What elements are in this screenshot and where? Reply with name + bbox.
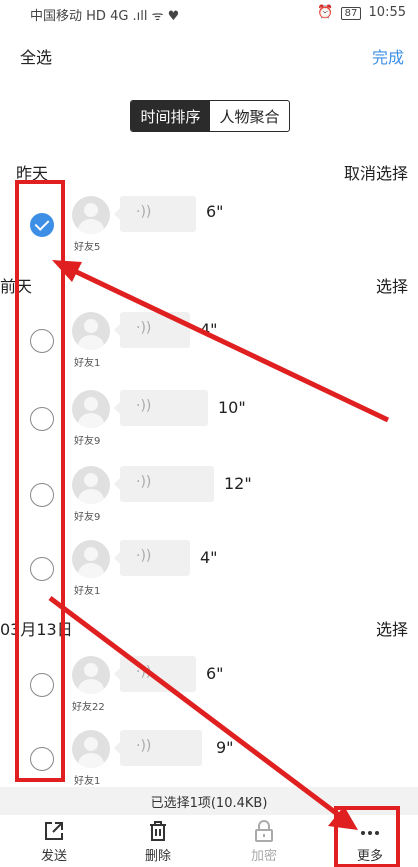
avatar [72,196,110,234]
send-label: 发送 [40,849,67,864]
avatar [72,312,110,350]
done-button[interactable]: 完成 [372,44,404,68]
selection-summary: 已选择1项(10.4KB) [0,787,418,815]
section-date: 前天 [0,277,33,296]
trash-icon [150,821,166,841]
send-button[interactable]: 发送 [24,819,84,864]
voice-bubble[interactable]: ·)) [114,656,196,692]
more-label: 更多 [356,849,383,864]
voice-wave-icon: ·)) [136,548,152,564]
select-all-button[interactable]: 全选 [20,44,52,68]
checkbox[interactable] [30,407,54,431]
top-bar: 全选 完成 [0,36,418,72]
voice-list-item[interactable]: ·)) 6" 好友5 [0,196,418,266]
signal-indicators: HD 4G .ıll ᯤ ♥ [86,9,180,24]
voice-duration: 10" [218,398,246,417]
voice-wave-icon: ·)) [136,738,152,754]
section-select-toggle[interactable]: 选择 [376,616,408,640]
checkbox[interactable] [30,557,54,581]
carrier-name: 中国移动 [30,9,83,24]
voice-bubble[interactable]: ·)) [114,312,190,348]
voice-duration: 4" [200,548,218,567]
clock: 10:55 [368,5,406,20]
battery-icon: 87 [340,7,362,20]
status-left: 中国移动 HD 4G .ıll ᯤ ♥ [30,5,179,24]
encrypt-button[interactable]: 加密 [234,819,294,864]
voice-duration: 9" [216,738,234,757]
voice-duration: 4" [200,320,218,339]
encrypt-label: 加密 [250,849,277,864]
voice-bubble[interactable]: ·)) [114,730,202,766]
section-select-toggle[interactable]: 选择 [376,273,408,297]
voice-wave-icon: ·)) [136,664,152,680]
friend-name: 好友1 [74,776,101,787]
voice-bubble[interactable]: ·)) [114,540,190,576]
checkbox[interactable] [30,483,54,507]
alarm-icon: ⏰ [317,5,334,20]
avatar [72,390,110,428]
voice-bubble[interactable]: ·)) [114,390,208,426]
delete-button[interactable]: 删除 [128,819,188,864]
share-icon [45,822,63,840]
friend-name: 好友1 [74,358,101,369]
voice-wave-icon: ·)) [136,474,152,490]
voice-list-item[interactable]: ·)) 12" 好友9 [0,466,418,536]
voice-list-item[interactable]: ·)) 4" 好友1 [0,540,418,610]
section-date: 昨天 [16,164,49,183]
voice-wave-icon: ·)) [136,320,152,336]
voice-duration: 12" [224,474,252,493]
voice-wave-icon: ·)) [136,398,152,414]
friend-name: 好友5 [74,242,101,253]
checkbox[interactable] [30,673,54,697]
friend-name: 好友9 [74,512,101,523]
voice-list-item[interactable]: ·)) 10" 好友9 [0,390,418,460]
friend-name: 好友22 [72,702,105,713]
section-date: 03月13日 [0,620,73,639]
avatar [72,656,110,694]
more-button[interactable]: 更多 [340,819,400,864]
friend-name: 好友1 [74,586,101,597]
checkbox[interactable] [30,747,54,771]
friend-name: 好友9 [74,436,101,447]
status-bar: 中国移动 HD 4G .ıll ᯤ ♥ ⏰ 87 10:55 [0,0,418,28]
checkbox[interactable] [30,329,54,353]
section-select-toggle[interactable]: 取消选择 [344,160,408,184]
segment-person-group[interactable]: 人物聚合 [210,101,289,131]
avatar [72,540,110,578]
lock-icon [255,820,273,842]
sort-segment-control: 时间排序 人物聚合 [130,100,290,132]
voice-wave-icon: ·)) [136,204,152,220]
delete-label: 删除 [144,849,171,864]
avatar [72,730,110,768]
voice-bubble[interactable]: ·)) [114,466,214,502]
avatar [72,466,110,504]
more-icon [361,831,379,835]
voice-bubble[interactable]: ·)) [114,196,196,232]
checkbox-checked[interactable] [30,213,54,237]
segment-time-sort[interactable]: 时间排序 [131,101,210,131]
voice-duration: 6" [206,202,224,221]
status-right: ⏰ 87 10:55 [317,5,406,20]
bottom-toolbar: 发送 删除 加密 更多 [0,815,418,867]
voice-duration: 6" [206,664,224,683]
voice-list-item[interactable]: ·)) 4" 好友1 [0,312,418,382]
voice-list-item[interactable]: ·)) 6" 好友22 [0,656,418,726]
